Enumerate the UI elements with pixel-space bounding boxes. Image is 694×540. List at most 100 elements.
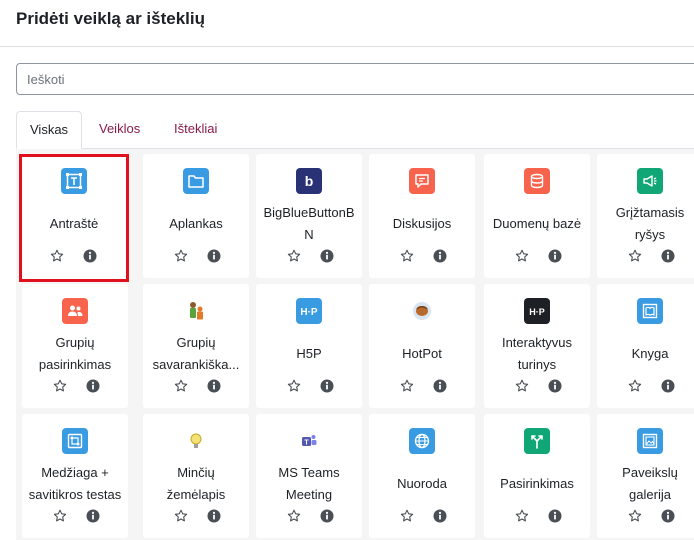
mindmap-icon xyxy=(183,428,209,454)
activity-card[interactable]: Grupių savarankiška... xyxy=(143,284,249,408)
activity-label: H5P xyxy=(296,346,322,361)
star-icon[interactable] xyxy=(174,509,188,523)
info-icon[interactable] xyxy=(86,379,100,393)
activity-label: BigBlueButtonB N xyxy=(263,205,355,242)
star-icon[interactable] xyxy=(400,249,414,263)
activity-label: HotPot xyxy=(402,346,442,361)
choice-icon xyxy=(524,428,550,454)
search-input[interactable] xyxy=(16,63,694,95)
activity-label: Medžiaga + savitikros testas xyxy=(28,465,122,502)
info-icon[interactable] xyxy=(207,249,221,263)
star-icon[interactable] xyxy=(400,509,414,523)
star-icon[interactable] xyxy=(174,379,188,393)
activity-label: Interaktyvus turinys xyxy=(501,335,573,372)
star-icon[interactable] xyxy=(287,379,301,393)
activity-card[interactable]: T MS Teams Meeting xyxy=(256,414,362,538)
info-icon[interactable] xyxy=(320,509,334,523)
star-icon[interactable] xyxy=(174,249,188,263)
activity-card[interactable]: Nuoroda xyxy=(369,414,475,538)
activity-label: Grupių pasirinkimas xyxy=(38,335,112,372)
star-icon[interactable] xyxy=(628,509,642,523)
activity-label: MS Teams Meeting xyxy=(278,465,340,502)
activity-card[interactable]: Aplankas xyxy=(143,154,249,278)
activity-card[interactable]: Pasirinkimas xyxy=(484,414,590,538)
image-gallery-icon xyxy=(637,428,663,454)
tab-all[interactable]: Viskas xyxy=(16,111,83,149)
info-icon[interactable] xyxy=(548,379,562,393)
activity-label: Grįžtamasis ryšys xyxy=(615,205,685,242)
database-icon xyxy=(524,168,550,194)
activity-label: Paveikslų galerija xyxy=(622,465,678,502)
group-self-selection-icon xyxy=(183,298,209,324)
info-icon[interactable] xyxy=(83,249,97,263)
star-icon[interactable] xyxy=(628,249,642,263)
activity-label: Grupių savarankiška... xyxy=(152,335,240,372)
activity-card[interactable]: Antraštė xyxy=(19,154,129,282)
star-icon[interactable] xyxy=(515,249,529,263)
text-area-icon xyxy=(61,168,87,194)
activity-label: Minčių žemėlapis xyxy=(166,465,226,502)
info-icon[interactable] xyxy=(320,249,334,263)
info-icon[interactable] xyxy=(86,509,100,523)
info-icon[interactable] xyxy=(207,379,221,393)
tab-activities[interactable]: Veiklos xyxy=(86,111,153,149)
activity-card[interactable]: b BigBlueButtonB N xyxy=(256,154,362,278)
activity-card[interactable]: Duomenų bazė xyxy=(484,154,590,278)
star-icon[interactable] xyxy=(50,249,64,263)
group-choice-icon xyxy=(62,298,88,324)
activity-label: Duomenų bazė xyxy=(492,216,582,231)
activity-label: Diskusijos xyxy=(392,216,452,231)
star-icon[interactable] xyxy=(287,249,301,263)
svg-text:H·P: H·P xyxy=(529,307,545,317)
activity-card[interactable]: Grįžtamasis ryšys xyxy=(597,154,694,278)
star-icon[interactable] xyxy=(400,379,414,393)
info-icon[interactable] xyxy=(661,249,675,263)
star-icon[interactable] xyxy=(515,379,529,393)
info-icon[interactable] xyxy=(207,509,221,523)
info-icon[interactable] xyxy=(433,249,447,263)
svg-text:b: b xyxy=(305,173,314,189)
feedback-icon xyxy=(637,168,663,194)
star-icon[interactable] xyxy=(53,509,67,523)
ms-teams-icon: T xyxy=(296,428,322,454)
info-icon[interactable] xyxy=(320,379,334,393)
bigbluebutton-icon: b xyxy=(296,168,322,194)
info-icon[interactable] xyxy=(433,379,447,393)
activity-grid: Antraštė Aplankas b BigBlueButtonB N Diskusi… xyxy=(16,149,694,540)
interactive-content-icon: H·P xyxy=(524,298,550,324)
activity-card[interactable]: HotPot xyxy=(369,284,475,408)
activity-card[interactable]: H·P H5P xyxy=(256,284,362,408)
modal-title: Pridėti veiklą ar išteklių xyxy=(16,9,205,28)
forum-icon xyxy=(409,168,435,194)
modal-header: Pridėti veiklą ar išteklių xyxy=(0,0,694,47)
activity-label: Pasirinkimas xyxy=(500,476,574,491)
info-icon[interactable] xyxy=(661,509,675,523)
activity-card[interactable]: Knyga xyxy=(597,284,694,408)
activity-card[interactable]: H·P Interaktyvus turinys xyxy=(484,284,590,408)
activity-card[interactable]: Paveikslų galerija xyxy=(597,414,694,538)
info-icon[interactable] xyxy=(548,249,562,263)
material-quiz-icon xyxy=(62,428,88,454)
activity-card[interactable]: Minčių žemėlapis xyxy=(143,414,249,538)
activity-label: Aplankas xyxy=(169,216,223,231)
activity-label: Knyga xyxy=(631,346,669,361)
activity-label: Nuoroda xyxy=(397,476,447,491)
info-icon[interactable] xyxy=(433,509,447,523)
info-icon[interactable] xyxy=(661,379,675,393)
h5p-icon: H·P xyxy=(296,298,322,324)
star-icon[interactable] xyxy=(628,379,642,393)
info-icon[interactable] xyxy=(548,509,562,523)
svg-text:T: T xyxy=(304,440,309,447)
tab-resources[interactable]: Ištekliai xyxy=(161,111,230,149)
hotpot-icon xyxy=(409,298,435,324)
activity-card[interactable]: Diskusijos xyxy=(369,154,475,278)
svg-text:H·P: H·P xyxy=(300,307,318,318)
star-icon[interactable] xyxy=(515,509,529,523)
star-icon[interactable] xyxy=(287,509,301,523)
activity-label: Antraštė xyxy=(49,216,99,231)
activity-card[interactable]: Grupių pasirinkimas xyxy=(22,284,128,408)
tab-bar: Viskas Veiklos Ištekliai xyxy=(16,111,694,149)
url-globe-icon xyxy=(409,428,435,454)
activity-card[interactable]: Medžiaga + savitikros testas xyxy=(22,414,128,538)
star-icon[interactable] xyxy=(53,379,67,393)
